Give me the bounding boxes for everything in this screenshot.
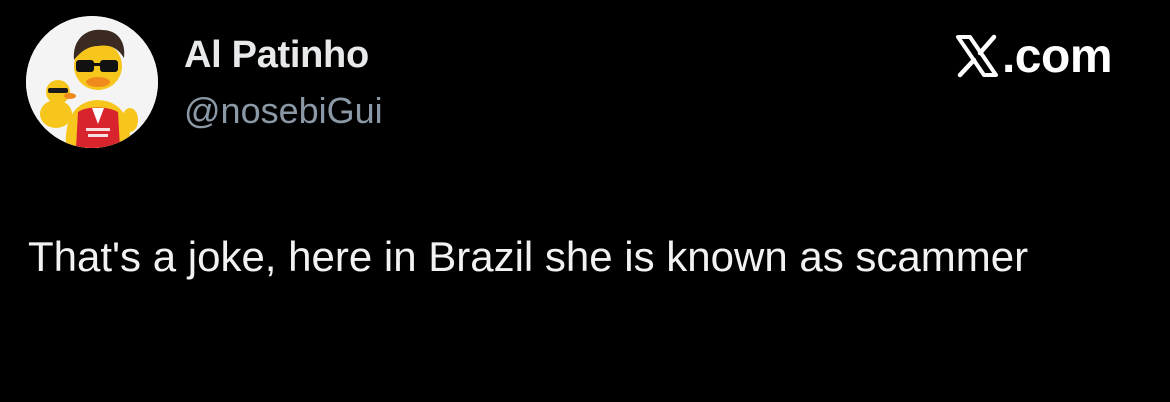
brand-domain-text: .com [1001,29,1113,83]
rubber-duck-avatar-icon [26,16,158,148]
avatar[interactable] [26,16,158,148]
display-name[interactable]: Al Patinho [184,34,369,77]
brand-logo: .com [954,28,1113,84]
user-handle[interactable]: @nosebiGui [184,90,383,132]
x-logo-icon [954,33,1000,79]
tweet-text: That's a joke, here in Brazil she is kno… [28,233,1029,280]
tweet-card: Al Patinho @nosebiGui .com That's a joke… [0,0,1170,402]
